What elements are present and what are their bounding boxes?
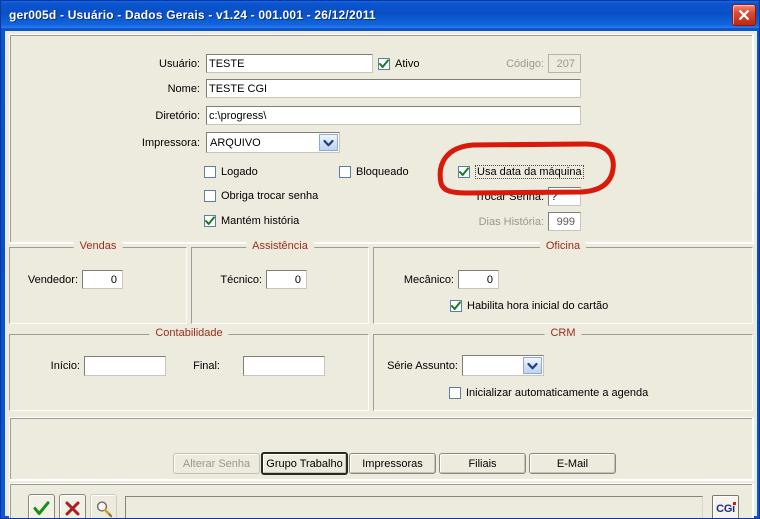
- inicializar-agenda-checkbox[interactable]: Inicializar automaticamente a agenda: [449, 387, 648, 399]
- chevron-down-icon[interactable]: [523, 357, 542, 374]
- cgi-logo-button[interactable]: CGi: [712, 495, 739, 518]
- impressora-selected-value: ARQUIVO: [210, 136, 261, 149]
- mantem-historia-label: Mantém história: [221, 215, 300, 227]
- inicializar-agenda-label: Inicializar automaticamente a agenda: [466, 387, 649, 399]
- logo-dot-icon: [732, 502, 736, 505]
- email-button[interactable]: E-Mail: [529, 453, 616, 474]
- logado-label: Logado: [221, 166, 258, 178]
- chevron-down-icon[interactable]: [319, 134, 338, 151]
- checkbox-box: [204, 166, 216, 178]
- dias-historia-label: Dias História:: [478, 216, 544, 228]
- obriga-trocar-senha-checkbox[interactable]: Obriga trocar senha: [204, 190, 318, 202]
- vendas-group: Vendas Vendedor: 0: [9, 240, 187, 324]
- checkbox-box: [204, 190, 216, 202]
- checkbox-box: [204, 215, 216, 227]
- checkbox-box: [458, 166, 470, 178]
- nome-label: Nome:: [167, 83, 200, 95]
- mecanico-input[interactable]: 0: [458, 270, 499, 289]
- grupo-trabalho-button[interactable]: Grupo Trabalho: [261, 452, 348, 475]
- serie-assunto-select[interactable]: [462, 355, 544, 376]
- assistencia-group: Assistência Técnico: 0: [191, 240, 369, 324]
- search-icon: [96, 500, 112, 517]
- habilita-hora-inicial-label: Habilita hora inicial do cartão: [467, 300, 609, 312]
- checkbox-box: [378, 58, 390, 70]
- client-area: Usuário: TESTE Ativo Código: 207 Nome: T…: [5, 31, 757, 518]
- user-details-panel: Usuário: TESTE Ativo Código: 207 Nome: T…: [9, 34, 753, 243]
- status-text: [126, 497, 702, 507]
- oficina-group: Oficina Mecânico: 0 Habilita hora inicia…: [373, 240, 753, 324]
- contabilidade-legend: Contabilidade: [149, 327, 229, 339]
- ativo-label: Ativo: [395, 58, 420, 70]
- diretorio-label: Diretório:: [155, 110, 200, 122]
- tecnico-input[interactable]: 0: [266, 270, 307, 289]
- cross-icon: [65, 501, 80, 516]
- checkmark-icon: [33, 501, 50, 515]
- final-input[interactable]: [243, 356, 325, 376]
- usuario-label: Usuário:: [159, 58, 200, 70]
- nome-input[interactable]: TESTE CGI: [206, 79, 581, 98]
- codigo-label: Código:: [506, 58, 544, 70]
- dias-historia-input[interactable]: 999: [548, 212, 581, 231]
- final-label: Final:: [193, 360, 220, 372]
- crm-group: CRM Série Assunto: Inicializar automatic…: [373, 327, 753, 411]
- crm-legend: CRM: [544, 327, 582, 339]
- oficina-legend: Oficina: [539, 240, 587, 252]
- inicio-input[interactable]: [84, 356, 166, 376]
- diretorio-input[interactable]: c:\progress\: [206, 106, 581, 125]
- serie-assunto-label: Série Assunto:: [387, 360, 458, 372]
- check-icon: [379, 59, 389, 68]
- cancel-button[interactable]: [59, 494, 86, 518]
- bottom-toolbar: CGi: [9, 483, 753, 518]
- inicio-label: Início:: [50, 360, 80, 372]
- usa-data-da-maquina-checkbox[interactable]: Usa data da máquina: [458, 165, 584, 179]
- trocar-senha-input[interactable]: ?: [548, 187, 581, 206]
- check-icon: [205, 216, 215, 225]
- mantem-historia-checkbox[interactable]: Mantém história: [204, 215, 299, 227]
- action-buttons-panel: Alterar Senha Grupo Trabalho Impressoras…: [9, 417, 753, 480]
- ativo-checkbox[interactable]: Ativo: [378, 58, 419, 70]
- window-title: ger005d - Usuário - Dados Gerais - v1.24…: [9, 7, 376, 22]
- checkbox-box: [450, 300, 462, 312]
- mecanico-label: Mecânico:: [403, 274, 454, 286]
- checkbox-box: [339, 166, 351, 178]
- tecnico-label: Técnico:: [220, 274, 262, 286]
- confirm-button[interactable]: [28, 494, 55, 518]
- codigo-value: 207: [548, 54, 581, 73]
- application-window: ger005d - Usuário - Dados Gerais - v1.24…: [0, 0, 760, 519]
- close-icon: [739, 10, 749, 20]
- alterar-senha-button: Alterar Senha: [173, 453, 260, 474]
- vendedor-input[interactable]: 0: [82, 270, 123, 289]
- logado-checkbox[interactable]: Logado: [204, 166, 258, 178]
- impressora-label: Impressora:: [141, 137, 200, 149]
- contabilidade-group: Contabilidade Início: Final:: [9, 327, 369, 411]
- check-icon: [451, 301, 461, 310]
- bloqueado-checkbox[interactable]: Bloqueado: [339, 166, 409, 178]
- trocar-senha-label: Trocar Senha:: [474, 191, 544, 203]
- assistencia-legend: Assistência: [246, 240, 314, 252]
- cgi-logo-text: CGi: [716, 502, 736, 515]
- vendedor-label: Vendedor:: [27, 274, 78, 286]
- impressoras-button[interactable]: Impressoras: [349, 453, 436, 474]
- bloqueado-label: Bloqueado: [356, 166, 409, 178]
- check-icon: [459, 167, 469, 176]
- impressora-select[interactable]: ARQUIVO: [206, 132, 340, 153]
- title-bar: ger005d - Usuário - Dados Gerais - v1.24…: [1, 1, 759, 28]
- filiais-button[interactable]: Filiais: [439, 453, 526, 474]
- habilita-hora-inicial-checkbox[interactable]: Habilita hora inicial do cartão: [450, 300, 608, 312]
- search-button[interactable]: [90, 494, 117, 518]
- checkbox-box: [449, 387, 461, 399]
- obriga-trocar-senha-label: Obriga trocar senha: [221, 190, 319, 202]
- status-bar-field: [125, 496, 703, 518]
- close-button[interactable]: [732, 4, 756, 26]
- vendas-legend: Vendas: [73, 240, 123, 252]
- usa-data-da-maquina-label: Usa data da máquina: [475, 165, 584, 179]
- usuario-input[interactable]: TESTE: [206, 54, 373, 73]
